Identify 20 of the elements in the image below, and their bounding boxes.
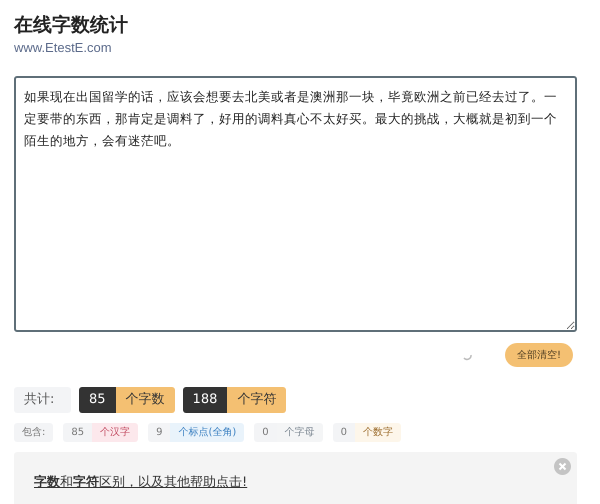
breakdown-count: 0 xyxy=(332,423,356,442)
total-count: 188 xyxy=(182,387,228,413)
breakdown-count: 85 xyxy=(63,423,92,442)
help-link[interactable]: 字数和字符区别，以及其他帮助点击! xyxy=(34,475,248,490)
close-icon[interactable] xyxy=(554,458,571,475)
breakdown-label: 包含: xyxy=(14,423,54,442)
breakdown-unit: 个字母 xyxy=(276,423,323,442)
breakdown-count: 0 xyxy=(254,423,277,442)
clear-all-button[interactable]: 全部清空! xyxy=(504,343,573,367)
breakdown-count: 9 xyxy=(148,423,170,442)
breakdown-unit: 个标点(全角) xyxy=(170,423,244,442)
text-input-field[interactable]: 如果现在出国留学的话，应该会想要去北美或者是澳洲那一块，毕竟欧洲之前已经去过了。一定要带的东西，那肯定是调料了，好用的调料真心不太好买。最大的挑战，大概就是初到一个陌生的地方，会有迷茫吧。 xyxy=(14,76,577,332)
breakdown-unit: 个汉字 xyxy=(92,423,138,442)
total-unit: 个字符 xyxy=(227,387,286,413)
total-label: 共计: xyxy=(14,387,71,413)
breakdown-unit: 个数字 xyxy=(355,423,402,442)
site-url: www.EtestE.com xyxy=(14,39,113,57)
page-title: 在线字数统计 xyxy=(14,13,129,38)
total-count: 85 xyxy=(79,387,116,413)
total-unit: 个字数 xyxy=(116,387,175,413)
